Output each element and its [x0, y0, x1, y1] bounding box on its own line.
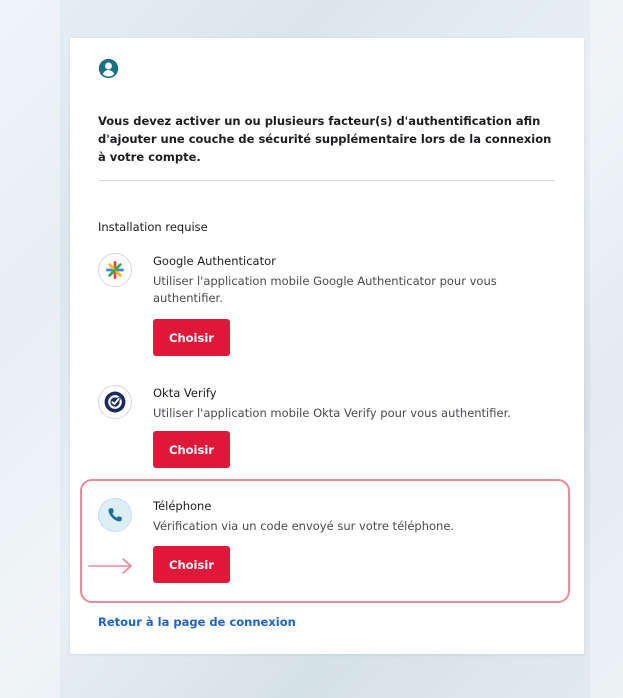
highlight-box — [80, 479, 570, 603]
okta-verify-icon — [98, 385, 132, 419]
factor-google-authenticator: Google Authenticator Utiliser l'applicat… — [98, 253, 558, 363]
google-authenticator-icon — [98, 253, 132, 287]
factor-description: Utiliser l'application mobile Okta Verif… — [153, 406, 511, 420]
user-circle-icon — [98, 58, 119, 79]
factor-description: Utiliser l'application mobile Google Aut… — [153, 274, 497, 305]
background-decoration — [0, 0, 60, 698]
background-decoration — [590, 0, 623, 698]
factor-okta-verify: Okta Verify Utiliser l'application mobil… — [98, 385, 558, 475]
divider — [98, 180, 555, 181]
choose-okta-verify-button[interactable]: Choisir — [153, 431, 230, 468]
factor-name: Google Authenticator — [153, 254, 276, 268]
arrow-right-icon — [88, 558, 132, 574]
back-to-login-link[interactable]: Retour à la page de connexion — [98, 615, 296, 629]
factor-name: Okta Verify — [153, 386, 217, 400]
section-title: Installation requise — [98, 220, 208, 234]
intro-text: Vous devez activer un ou plusieurs facte… — [98, 114, 552, 164]
choose-google-authenticator-button[interactable]: Choisir — [153, 319, 230, 356]
